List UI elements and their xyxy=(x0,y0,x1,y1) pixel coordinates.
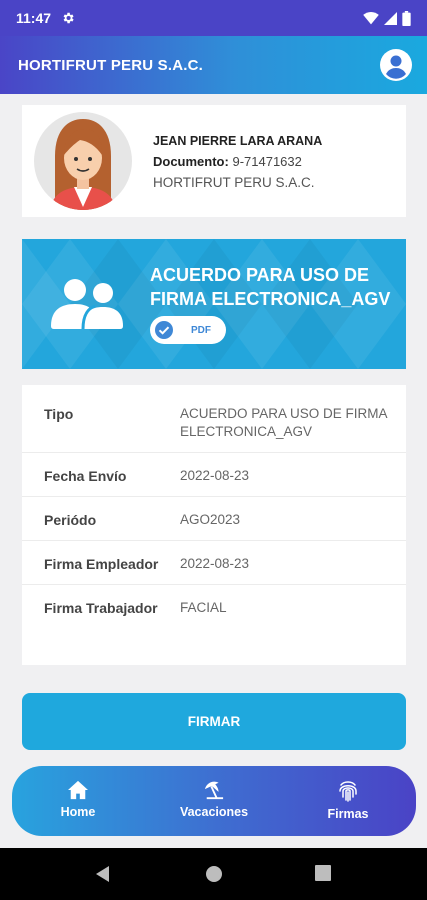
nav-item-vacaciones[interactable]: Vacaciones xyxy=(164,780,264,819)
document-banner: ACUERDO PARA USO DE FIRMA ELECTRONICA_AG… xyxy=(22,239,406,369)
employee-name: JEAN PIERRE LARA ARANA xyxy=(153,134,323,148)
profile-card: JEAN PIERRE LARA ARANA Documento: 9-7147… xyxy=(22,105,406,217)
gear-icon xyxy=(63,12,74,24)
battery-icon xyxy=(402,10,411,26)
nav-label: Firmas xyxy=(327,807,369,821)
detail-value: AGO2023 xyxy=(180,512,241,527)
detail-row-fecha-envio: Fecha Envío 2022-08-23 xyxy=(22,453,406,497)
company-name: HORTIFRUT PERU S.A.C. xyxy=(153,175,315,190)
detail-value: 2022-08-23 xyxy=(180,556,250,571)
detail-value: ACUERDO PARA USO DE FIRMA ELECTRONICA_AG… xyxy=(180,406,387,439)
umbrella-beach-icon xyxy=(204,781,224,800)
document-line: Documento: 9-71471632 xyxy=(153,154,302,169)
detail-row-firma-empleador: Firma Empleador 2022-08-23 xyxy=(22,541,406,585)
detail-row-firma-trabajador: Firma Trabajador FACIAL xyxy=(22,585,406,629)
document-title: ACUERDO PARA USO DE FIRMA ELECTRONICA_AG… xyxy=(150,265,391,309)
app-title: HORTIFRUT PERU S.A.C. xyxy=(18,56,204,74)
check-circle-icon xyxy=(155,321,173,339)
fingerprint-icon xyxy=(339,781,357,802)
app-bar: HORTIFRUT PERU S.A.C. xyxy=(0,36,427,94)
nav-item-firmas[interactable]: Firmas xyxy=(298,780,398,821)
back-icon[interactable] xyxy=(95,865,111,883)
detail-label: Firma Empleador xyxy=(44,556,159,572)
document-value: 9-71471632 xyxy=(232,154,302,169)
recents-icon[interactable] xyxy=(315,865,331,881)
home-icon xyxy=(68,780,88,800)
document-label: Documento: xyxy=(153,154,229,169)
status-time: 11:47 xyxy=(16,10,52,26)
system-nav-bar xyxy=(0,848,427,900)
avatar xyxy=(34,112,132,210)
sign-button[interactable]: FIRMAR xyxy=(22,693,406,750)
account-icon[interactable] xyxy=(379,48,413,82)
detail-label: Tipo xyxy=(44,406,74,422)
pdf-label: PDF xyxy=(191,324,211,336)
nav-item-home[interactable]: Home xyxy=(28,780,128,819)
detail-label: Periódo xyxy=(44,512,97,528)
detail-value: FACIAL xyxy=(180,600,227,615)
detail-label: Fecha Envío xyxy=(44,468,127,484)
wifi-icon xyxy=(363,11,379,24)
detail-row-tipo: Tipo ACUERDO PARA USO DE FIRMA ELECTRONI… xyxy=(22,385,406,453)
nav-label: Vacaciones xyxy=(179,805,249,819)
users-icon xyxy=(51,279,123,330)
nav-label: Home xyxy=(60,805,96,819)
pdf-button[interactable]: PDF xyxy=(150,316,226,344)
status-bar: 11:47 xyxy=(0,0,427,36)
bottom-nav: Home Vacaciones Firmas xyxy=(12,766,416,836)
detail-row-periodo: Periódo AGO2023 xyxy=(22,497,406,541)
detail-value: 2022-08-23 xyxy=(180,468,250,483)
detail-label: Firma Trabajador xyxy=(44,600,158,616)
details-card: Tipo ACUERDO PARA USO DE FIRMA ELECTRONI… xyxy=(22,385,406,665)
signal-icon xyxy=(384,11,397,25)
home-circle-icon[interactable] xyxy=(205,865,223,883)
